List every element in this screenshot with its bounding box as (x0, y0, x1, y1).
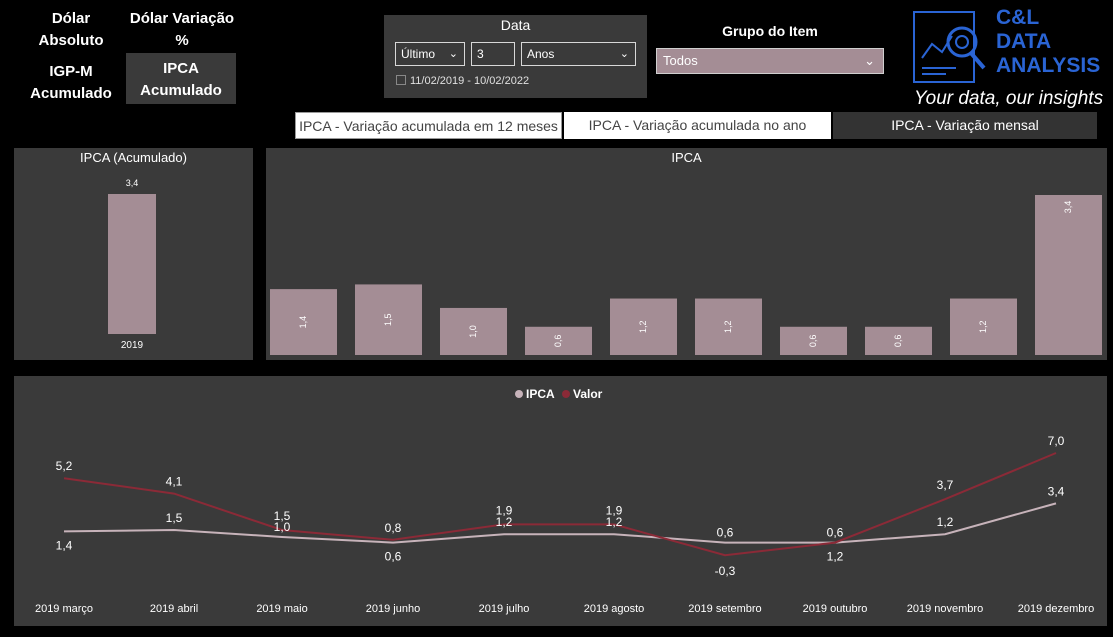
logo-line-1: C&L (996, 6, 1040, 29)
bar (108, 194, 156, 334)
data-label: 0,6 (808, 335, 818, 348)
ipca-acumulado-card: IPCA (Acumulado) 3,4 2019 (14, 148, 253, 360)
ipca-data-label: 1,5 (166, 511, 183, 525)
x-tick-label: 2019 junho (366, 603, 420, 615)
date-filter-panel: Data Último ⌄ 3 Anos ⌄ 11/02/2019 - 10/0… (384, 15, 647, 98)
legend-marker (562, 390, 570, 398)
valor-data-label: 1,9 (606, 503, 623, 517)
nav-ipca-acumulado[interactable]: IPCA Acumulado (126, 53, 236, 104)
tab-variacao-12-meses[interactable]: IPCA - Variação acumulada em 12 meses (295, 112, 562, 139)
data-label: 1,2 (723, 321, 733, 334)
valor-data-label: 5,2 (56, 459, 73, 473)
series-line-valor (63, 452, 1057, 557)
valor-data-label: 0,8 (385, 521, 402, 535)
ipca-data-label: 3,4 (1048, 484, 1065, 498)
nav-dolar-variacao[interactable]: Dólar Variação % (128, 8, 236, 52)
data-label: 3,4 (1063, 201, 1073, 214)
valor-data-label: 4,1 (166, 475, 183, 489)
x-tick-label: 2019 maio (256, 603, 307, 615)
data-label: 1,0 (468, 325, 478, 338)
x-tick-label: 2019 outubro (803, 603, 868, 615)
x-tick-label: 2019 julho (479, 603, 530, 615)
data-label: 1,4 (298, 316, 308, 329)
ipca-data-label: 1,2 (827, 550, 844, 564)
bar (1035, 195, 1102, 355)
legend-marker (515, 390, 523, 398)
date-unit-value: Anos (527, 47, 555, 61)
legend-label: IPCA (526, 387, 555, 401)
x-tick-label: 2019 abril (150, 603, 198, 615)
data-label: 3,4 (126, 178, 139, 188)
logo-graphic (913, 11, 986, 83)
valor-data-label: -0,3 (715, 564, 736, 578)
data-label: 1,2 (638, 321, 648, 334)
valor-data-label: 3,7 (937, 478, 954, 492)
grupo-title: Grupo do Item (722, 23, 818, 39)
x-tick-label: 2019 dezembro (1018, 603, 1094, 615)
ipca-data-label: 1,2 (937, 515, 954, 529)
logo-tagline: Your data, our insights (914, 88, 1104, 109)
x-tick-label: 2019 agosto (584, 603, 645, 615)
chevron-down-icon: ⌄ (619, 48, 629, 60)
data-label: 0,6 (893, 335, 903, 348)
data-label: 0,6 (553, 335, 563, 348)
x-tick-label: 2019 (121, 340, 144, 351)
logo-line-3: ANALYSIS (996, 54, 1101, 77)
grupo-select[interactable]: Todos ⌄ (656, 48, 884, 74)
date-filter-title: Data (500, 17, 531, 33)
grupo-value: Todos (663, 53, 698, 68)
ipca-valor-card: IPCA Valor 1,4 1,5 1,0 0,6 1,2 1,2 0,6 1,2 1,2 3,4 5… (14, 376, 1107, 626)
nav-igpm-acumulado[interactable]: IGP-M Acumulado (22, 61, 120, 105)
legend-label: Valor (573, 387, 603, 401)
tab-variacao-mensal[interactable]: IPCA - Variação mensal (833, 112, 1097, 139)
valor-data-label: 0,6 (827, 526, 844, 540)
data-label: 1,5 (383, 313, 393, 326)
ipca-data-label: 1,4 (56, 538, 73, 552)
data-label: 1,2 (978, 321, 988, 334)
ipca-valor-line-chart: IPCA Valor1,41,51,00,61,2 1,20,61,21,23,45… (35, 387, 1094, 615)
valor-data-label: 1,5 (274, 509, 291, 523)
x-tick-label: 2019 março (35, 603, 93, 615)
chevron-down-icon: ⌄ (864, 53, 875, 68)
ipca-data-label: 0,6 (717, 526, 734, 540)
calendar-icon (396, 75, 406, 85)
date-amount-input[interactable]: 3 (471, 42, 515, 66)
nav-dolar-absoluto[interactable]: Dólar Absoluto (22, 8, 120, 52)
ipca-acumulado-chart: 3,4 2019 (108, 178, 156, 351)
logo-line-2: DATA (996, 30, 1052, 53)
x-tick-label: 2019 novembro (907, 603, 983, 615)
valor-data-label: 1,9 (496, 503, 513, 517)
series-line-ipca (63, 502, 1057, 544)
valor-data-label: 7,0 (1048, 434, 1065, 448)
date-mode-select[interactable]: Último ⌄ (395, 42, 465, 66)
date-range-text: 11/02/2019 - 10/02/2022 (410, 75, 530, 87)
tab-variacao-no-ano[interactable]: IPCA - Variação acumulada no ano (564, 112, 831, 139)
date-unit-select[interactable]: Anos ⌄ (521, 42, 636, 66)
ipca-data-label: 0,6 (385, 550, 402, 564)
x-tick-label: 2019 setembro (688, 603, 761, 615)
chevron-down-icon: ⌄ (448, 48, 458, 60)
date-mode-value: Último (401, 47, 436, 61)
logo-text: C&L DATA ANALYSIS (996, 6, 1100, 78)
date-range: 11/02/2019 - 10/02/2022 (396, 75, 529, 87)
ipca-mensal-card: IPCA 1,4 1,5 1,0 0,6 1,2 1,2 0,6 0,6 1,2 3,4 (266, 148, 1107, 360)
ipca-mensal-chart: 1,4 1,5 1,0 0,6 1,2 1,2 0,6 0,6 1,2 3,4 (270, 195, 1102, 355)
